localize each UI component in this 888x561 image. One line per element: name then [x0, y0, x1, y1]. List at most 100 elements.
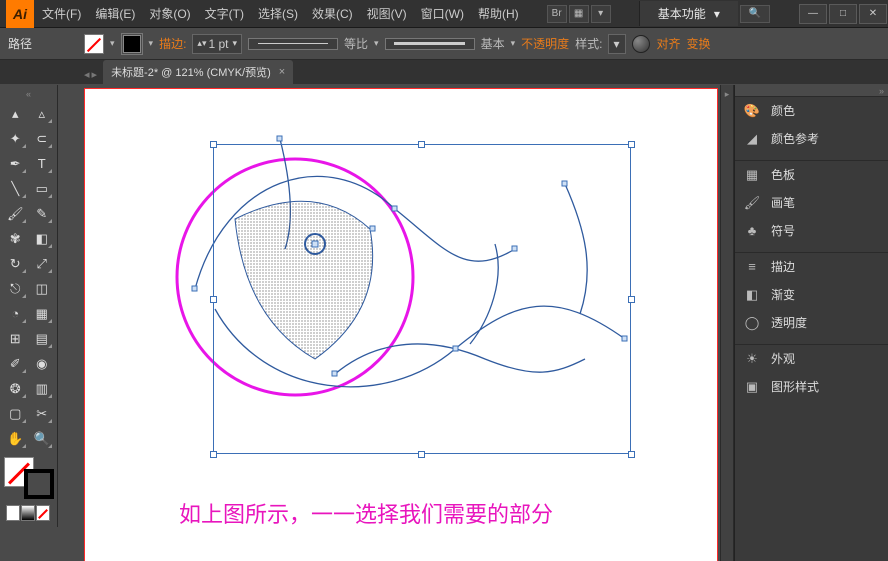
- direct-selection-tool[interactable]: ▵: [30, 102, 55, 125]
- hand-tool[interactable]: ✋: [3, 427, 28, 450]
- blob-brush-tool[interactable]: ✾: [3, 227, 28, 250]
- stroke-color-swatch[interactable]: [24, 469, 54, 499]
- search-button[interactable]: 🔍: [740, 5, 770, 23]
- align-label[interactable]: 对齐: [656, 35, 680, 52]
- arrange-docs-button[interactable]: ▦: [569, 5, 589, 23]
- panel-gradient[interactable]: ◧渐变: [735, 281, 888, 309]
- style-dropdown[interactable]: ▾: [608, 34, 626, 54]
- scale-tool[interactable]: ⤢: [30, 252, 55, 275]
- dock-collapse-strip[interactable]: ▸: [720, 85, 734, 561]
- fill-swatch[interactable]: [84, 34, 104, 54]
- color-mode-none[interactable]: [36, 505, 50, 521]
- minimize-button[interactable]: —: [799, 4, 827, 24]
- dropdown-icon[interactable]: ▾: [110, 38, 115, 49]
- panel-brushes[interactable]: 🖌画笔: [735, 189, 888, 217]
- bridge-button[interactable]: Br: [547, 5, 567, 23]
- menu-bar: Ai 文件(F) 编辑(E) 对象(O) 文字(T) 选择(S) 效果(C) 视…: [0, 0, 888, 28]
- stroke-swatch[interactable]: [121, 33, 143, 55]
- maximize-button[interactable]: □: [829, 4, 857, 24]
- menu-edit[interactable]: 编辑(E): [89, 1, 141, 26]
- color-mode-gradient[interactable]: [21, 505, 35, 521]
- tab-next[interactable]: ▸: [92, 68, 98, 81]
- tab-close-icon[interactable]: ×: [279, 66, 285, 78]
- pen-tool[interactable]: ✒: [3, 152, 28, 175]
- panel-color[interactable]: 🎨颜色: [735, 97, 888, 125]
- blend-tool[interactable]: ◉: [30, 352, 55, 375]
- gradient-tool[interactable]: ▤: [30, 327, 55, 350]
- panel-symbols[interactable]: ♣符号: [735, 217, 888, 245]
- opacity-label[interactable]: 不透明度: [521, 35, 569, 52]
- right-panels: » 🎨颜色 ◢颜色参考 ▦色板 🖌画笔 ♣符号 ≡描边 ◧渐变 ◯透明度 ☀外观…: [734, 85, 888, 561]
- pencil-tool[interactable]: ✎: [30, 202, 55, 225]
- paintbrush-tool[interactable]: 🖌: [3, 202, 28, 225]
- fill-stroke-indicator[interactable]: [4, 457, 54, 499]
- graphic-styles-icon: ▣: [743, 378, 761, 396]
- selection-tool[interactable]: ▴: [3, 102, 28, 125]
- dropdown-icon[interactable]: ▾: [374, 38, 379, 49]
- menu-view[interactable]: 视图(V): [361, 1, 413, 26]
- canvas-area[interactable]: 如上图所示，一一选择我们需要的部分: [60, 85, 718, 561]
- brush-dropdown[interactable]: [385, 38, 475, 50]
- rectangle-tool[interactable]: ▭: [30, 177, 55, 200]
- menu-help[interactable]: 帮助(H): [472, 1, 525, 26]
- rotate-tool[interactable]: ↻: [3, 252, 28, 275]
- color-guide-icon: ◢: [743, 130, 761, 148]
- panel-graphic-styles[interactable]: ▣图形样式: [735, 373, 888, 401]
- dropdown-icon[interactable]: ▾: [149, 38, 154, 49]
- workspace-label: 基本功能: [658, 5, 706, 22]
- document-tab[interactable]: 未标题-2* @ 121% (CMYK/预览) ×: [103, 60, 293, 84]
- menu-file[interactable]: 文件(F): [36, 1, 87, 26]
- graph-tool[interactable]: ▥: [30, 377, 55, 400]
- toolbox: « ▴▵ ✦⊂ ✒T ╲▭ 🖌✎ ✾◧ ↻⤢ ⎋◫ ◔▦ ⊞▤ ✐◉ ❂▥ ▢✂…: [0, 85, 58, 527]
- menu-select[interactable]: 选择(S): [252, 1, 304, 26]
- zoom-tool[interactable]: 🔍: [30, 427, 55, 450]
- brush-label: 基本: [481, 35, 505, 52]
- menu-type[interactable]: 文字(T): [199, 1, 250, 26]
- swatches-icon: ▦: [743, 166, 761, 184]
- recolor-button[interactable]: [632, 35, 650, 53]
- line-tool[interactable]: ╲: [3, 177, 28, 200]
- perspective-tool[interactable]: ▦: [30, 302, 55, 325]
- toolbox-collapse[interactable]: «: [2, 89, 55, 99]
- menu-effect[interactable]: 效果(C): [306, 1, 359, 26]
- symbol-sprayer-tool[interactable]: ❂: [3, 377, 28, 400]
- tab-prev[interactable]: ◂: [84, 68, 90, 81]
- profile-dropdown[interactable]: [248, 38, 338, 50]
- color-mode-color[interactable]: [6, 505, 20, 521]
- profile-label: 等比: [344, 35, 368, 52]
- panel-transparency[interactable]: ◯透明度: [735, 309, 888, 337]
- shape-builder-tool[interactable]: ◔: [3, 302, 28, 325]
- free-transform-tool[interactable]: ◫: [30, 277, 55, 300]
- instruction-text: 如上图所示，一一选择我们需要的部分: [179, 497, 553, 529]
- panel-color-guide[interactable]: ◢颜色参考: [735, 125, 888, 153]
- artboard-tool[interactable]: ▢: [3, 402, 28, 425]
- transform-label[interactable]: 变换: [686, 35, 710, 52]
- menu-window[interactable]: 窗口(W): [415, 1, 470, 26]
- control-bar: 路径 ▾ ▾ 描边: ▴▾ 1 pt ▾ 等比 ▾ 基本 ▾ 不透明度 样式: …: [0, 28, 888, 60]
- panel-swatches[interactable]: ▦色板: [735, 161, 888, 189]
- magic-wand-tool[interactable]: ✦: [3, 127, 28, 150]
- screen-mode-button[interactable]: ▾: [591, 5, 611, 23]
- appearance-icon: ☀: [743, 350, 761, 368]
- transparency-icon: ◯: [743, 314, 761, 332]
- dropdown-icon[interactable]: ▾: [511, 38, 516, 49]
- menu-object[interactable]: 对象(O): [143, 1, 196, 26]
- lasso-tool[interactable]: ⊂: [30, 127, 55, 150]
- tab-title: 未标题-2* @ 121% (CMYK/预览): [111, 64, 271, 80]
- eyedropper-tool[interactable]: ✐: [3, 352, 28, 375]
- type-tool[interactable]: T: [30, 152, 55, 175]
- workspace-switcher[interactable]: 基本功能 ▾: [639, 1, 738, 26]
- close-button[interactable]: ✕: [859, 4, 887, 24]
- stroke-icon: ≡: [743, 258, 761, 276]
- panel-appearance[interactable]: ☀外观: [735, 345, 888, 373]
- dock-collapse-icon[interactable]: »: [879, 86, 884, 96]
- width-tool[interactable]: ⎋: [3, 277, 28, 300]
- stroke-weight-input[interactable]: ▴▾ 1 pt ▾: [192, 34, 242, 54]
- palette-icon: 🎨: [743, 102, 761, 120]
- eraser-tool[interactable]: ◧: [30, 227, 55, 250]
- stroke-label[interactable]: 描边:: [159, 35, 186, 52]
- mesh-tool[interactable]: ⊞: [3, 327, 28, 350]
- symbols-icon: ♣: [743, 222, 761, 240]
- slice-tool[interactable]: ✂: [30, 402, 55, 425]
- panel-stroke[interactable]: ≡描边: [735, 253, 888, 281]
